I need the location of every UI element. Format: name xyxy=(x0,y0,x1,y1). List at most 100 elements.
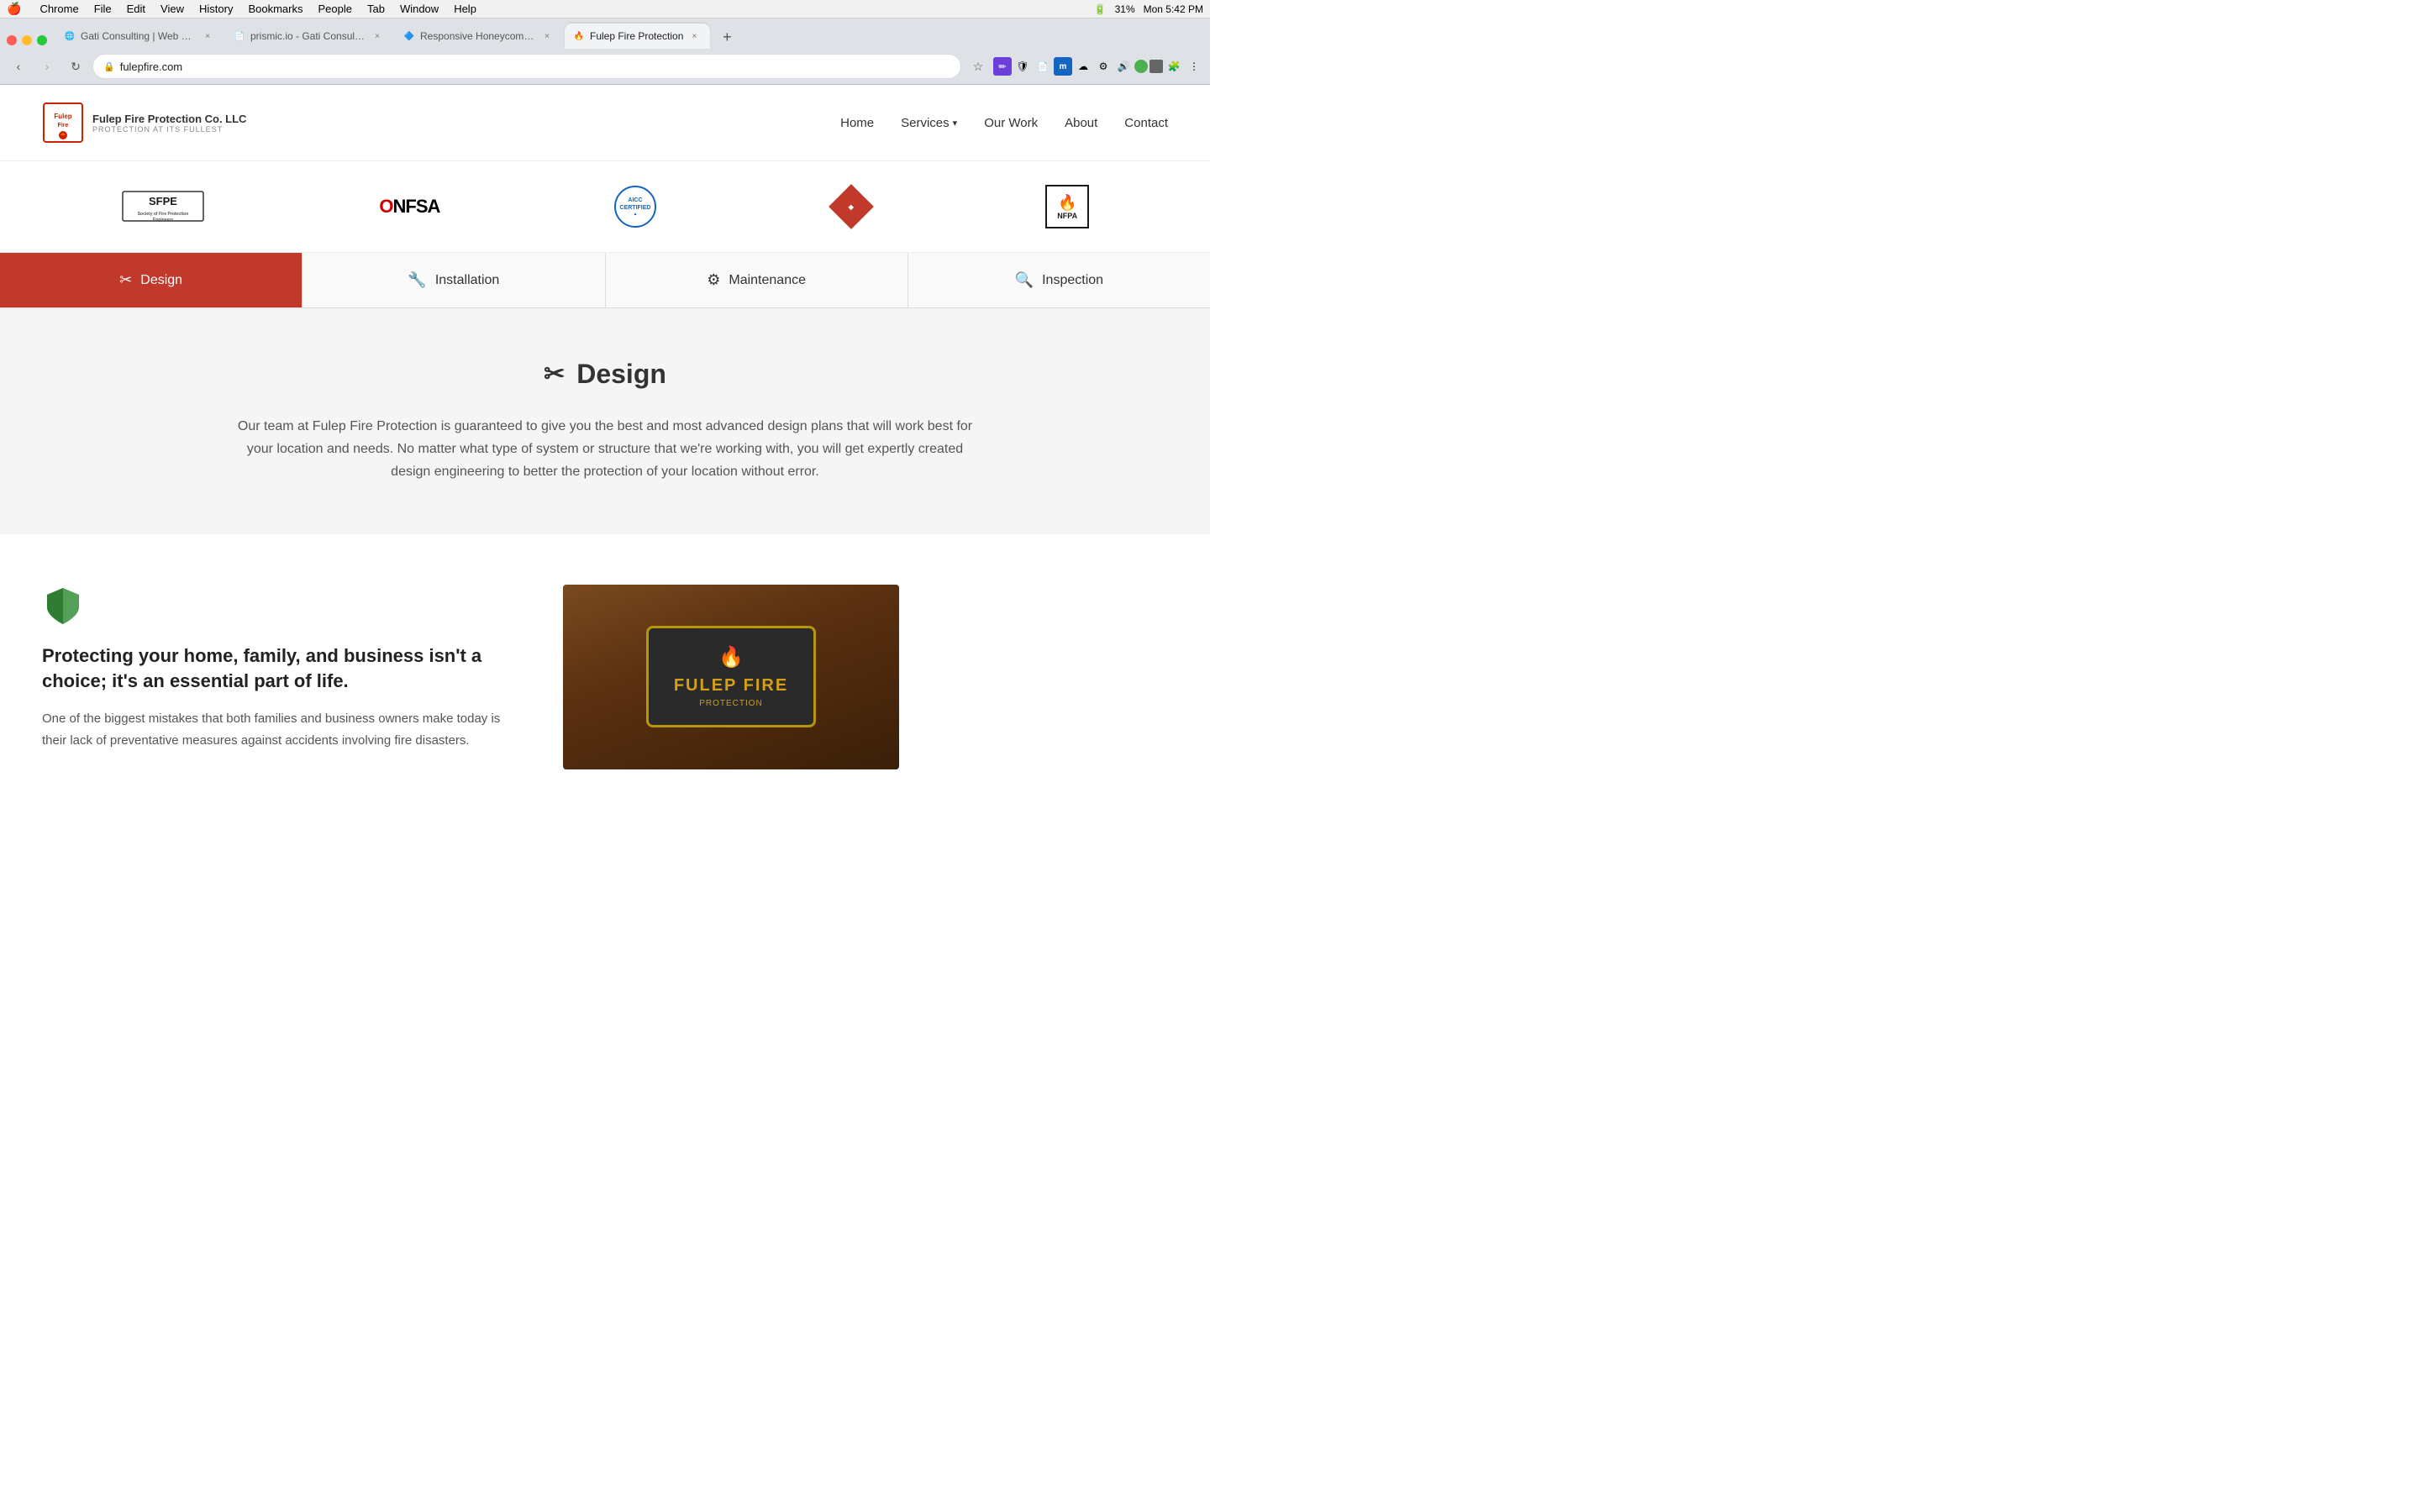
tab-design[interactable]: ✂ Design xyxy=(0,253,302,307)
design-section-heading: Design xyxy=(576,359,666,390)
maximize-window-button[interactable] xyxy=(37,35,47,45)
ext-square-gray[interactable] xyxy=(1150,60,1163,73)
tab-favicon-honeycomb: 🔷 xyxy=(403,30,415,42)
protection-section: Protecting your home, family, and busine… xyxy=(0,534,1210,803)
nav-links: Home Services ▾ Our Work About Contact xyxy=(840,116,1168,130)
maintenance-label: Maintenance xyxy=(729,273,806,288)
address-input[interactable]: 🔒 fulepfire.com xyxy=(92,54,961,79)
tab-inspection[interactable]: 🔍 Inspection xyxy=(908,253,1210,307)
installation-label: Installation xyxy=(435,273,500,288)
menu-chrome[interactable]: Chrome xyxy=(39,3,78,15)
tab-close-fulep[interactable]: × xyxy=(688,30,700,42)
site-logo: Fulep Fire Fulep Fire Protection Co. LLC… xyxy=(42,102,246,144)
apple-menu[interactable]: 🍎 xyxy=(7,2,21,16)
new-tab-button[interactable]: + xyxy=(715,25,739,49)
tab-favicon-prismic: 📄 xyxy=(234,30,245,42)
nav-our-work[interactable]: Our Work xyxy=(984,116,1038,130)
partner-diamond: ◆ xyxy=(831,181,871,232)
ext-puzzle[interactable]: 📄 xyxy=(1034,57,1052,76)
battery-icon: 🔋 xyxy=(1094,3,1107,15)
onfsa-logo-text: ONFSA xyxy=(379,196,439,218)
shield-icon-wrap xyxy=(42,585,84,627)
svg-text:Society of Fire Protection: Society of Fire Protection xyxy=(138,212,189,217)
menu-people[interactable]: People xyxy=(318,3,351,15)
logo-icon: Fulep Fire xyxy=(42,102,84,144)
svg-text:Fire: Fire xyxy=(58,123,69,129)
red-diamond-shape: ◆ xyxy=(829,184,874,229)
menu-help[interactable]: Help xyxy=(454,3,476,15)
back-button[interactable]: ‹ xyxy=(7,55,30,78)
battery-level: 31% xyxy=(1115,3,1135,15)
tab-installation[interactable]: 🔧 Installation xyxy=(302,253,605,307)
design-section-description: Our team at Fulep Fire Protection is gua… xyxy=(227,415,983,484)
nfpa-flame-icon: 🔥 xyxy=(1058,194,1076,212)
service-tabs: ✂ Design 🔧 Installation ⚙ Maintenance 🔍 … xyxy=(0,253,1210,308)
nav-home[interactable]: Home xyxy=(840,116,874,130)
site-navigation: Fulep Fire Fulep Fire Protection Co. LLC… xyxy=(0,85,1210,161)
tab-close-gati[interactable]: × xyxy=(202,30,213,42)
svg-text:Engineers: Engineers xyxy=(153,218,173,223)
nav-about[interactable]: About xyxy=(1065,116,1097,130)
menu-edit[interactable]: Edit xyxy=(127,3,145,15)
website-content: Fulep Fire Fulep Fire Protection Co. LLC… xyxy=(0,85,1210,803)
tab-prismic[interactable]: 📄 prismic.io - Gati Consulting LL… × xyxy=(225,24,393,49)
tab-bar: 🌐 Gati Consulting | Web Design &… × 📄 pr… xyxy=(0,18,1210,49)
ext-shield[interactable]: 🛡 xyxy=(1013,57,1032,76)
ext-pencil[interactable]: ✏ xyxy=(993,57,1012,76)
logo-brand-name: Fulep Fire Protection Co. LLC xyxy=(92,113,246,125)
tab-fulep[interactable]: 🔥 Fulep Fire Protection × xyxy=(565,24,710,49)
ext-circle-green[interactable] xyxy=(1134,60,1148,73)
installation-icon: 🔧 xyxy=(408,271,426,289)
partner-aicc: AICC CERTIFIED ▲ xyxy=(614,181,656,232)
ext-gear[interactable]: ⚙ xyxy=(1094,57,1113,76)
tab-title-honeycomb: Responsive Honeycomb Grid … xyxy=(420,30,536,42)
minimize-window-button[interactable] xyxy=(22,35,32,45)
menu-window[interactable]: Window xyxy=(400,3,439,15)
fire-sign-sub: PROTECTION xyxy=(674,699,788,708)
tab-title-gati: Gati Consulting | Web Design &… xyxy=(81,30,197,42)
menu-view[interactable]: View xyxy=(160,3,184,15)
bookmark-button[interactable]: ☆ xyxy=(966,55,990,78)
protection-heading: Protecting your home, family, and busine… xyxy=(42,643,513,696)
design-section-icon: ✂ xyxy=(544,360,565,389)
ext-puzzle-piece[interactable]: 🧩 xyxy=(1165,57,1183,76)
design-content-section: ✂ Design Our team at Fulep Fire Protecti… xyxy=(0,308,1210,534)
menu-history[interactable]: History xyxy=(199,3,233,15)
toolbar-icons: ☆ ✏ 🛡 📄 m ☁ ⚙ 🔊 🧩 ⋮ xyxy=(966,55,1203,78)
menu-file[interactable]: File xyxy=(94,3,112,15)
close-window-button[interactable] xyxy=(7,35,17,45)
tab-gati[interactable]: 🌐 Gati Consulting | Web Design &… × xyxy=(55,24,224,49)
nav-contact[interactable]: Contact xyxy=(1124,116,1168,130)
partner-sfpe: SFPE Society of Fire Protection Engineer… xyxy=(121,181,205,232)
extension-icons: ✏ 🛡 📄 m ☁ ⚙ 🔊 🧩 ⋮ xyxy=(993,57,1203,76)
logo-svg: Fulep Fire xyxy=(42,102,84,144)
forward-button[interactable]: › xyxy=(35,55,59,78)
nav-services[interactable]: Services ▾ xyxy=(901,116,957,130)
nfpa-box: 🔥 NFPA xyxy=(1045,185,1089,228)
shield-svg xyxy=(42,585,84,627)
tab-maintenance[interactable]: ⚙ Maintenance xyxy=(606,253,908,307)
maintenance-icon: ⚙ xyxy=(707,271,720,289)
reload-button[interactable]: ↻ xyxy=(64,55,87,78)
tab-favicon-gati: 🌐 xyxy=(64,30,76,42)
ext-m[interactable]: m xyxy=(1054,57,1072,76)
ext-menu[interactable]: ⋮ xyxy=(1185,57,1203,76)
tab-title-fulep: Fulep Fire Protection xyxy=(590,30,683,42)
tab-close-prismic[interactable]: × xyxy=(371,30,383,42)
services-chevron-icon: ▾ xyxy=(953,118,958,129)
ext-cloud[interactable]: ☁ xyxy=(1074,57,1092,76)
clock: Mon 5:42 PM xyxy=(1144,3,1203,15)
browser-chrome: 🌐 Gati Consulting | Web Design &… × 📄 pr… xyxy=(0,18,1210,85)
menu-bookmarks[interactable]: Bookmarks xyxy=(248,3,302,15)
menu-tab[interactable]: Tab xyxy=(367,3,385,15)
menubar-right: 🔋 31% Mon 5:42 PM xyxy=(1094,3,1203,15)
inspection-icon: 🔍 xyxy=(1015,271,1034,289)
tab-favicon-fulep: 🔥 xyxy=(573,30,585,42)
address-bar: ‹ › ↻ 🔒 fulepfire.com ☆ ✏ 🛡 📄 m ☁ ⚙ 🔊 🧩 … xyxy=(0,49,1210,84)
ext-speaker[interactable]: 🔊 xyxy=(1114,57,1133,76)
tab-honeycomb[interactable]: 🔷 Responsive Honeycomb Grid … × xyxy=(395,24,563,49)
logo-tagline: PROTECTION AT ITS FULLEST xyxy=(92,125,246,134)
lock-icon: 🔒 xyxy=(103,61,115,72)
tab-close-honeycomb[interactable]: × xyxy=(541,30,553,42)
protection-image: 🔥 FULEP FIRE PROTECTION xyxy=(563,585,899,769)
